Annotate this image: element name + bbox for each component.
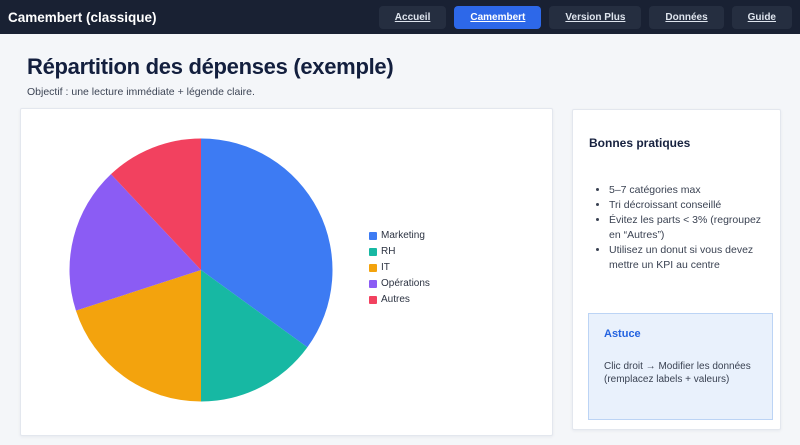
main-nav: Accueil Camembert Version Plus Données Guide: [379, 6, 792, 29]
tip-text: Clic droit → Modifier les données (rempl…: [604, 360, 757, 386]
legend-marker: [369, 264, 377, 272]
main-content: Répartition des dépenses (exemple) Objec…: [0, 54, 800, 98]
tab-camembert[interactable]: Camembert: [454, 6, 541, 29]
best-practice-item: Utilisez un donut si vous devez mettre u…: [609, 243, 764, 273]
app-header: Camembert (classique) Accueil Camembert Ve…: [0, 0, 800, 34]
best-practices-title: Bonnes pratiques: [589, 136, 764, 150]
legend-marker: [369, 248, 377, 256]
tip-title: Astuce: [604, 328, 757, 340]
legend-marker: [369, 280, 377, 288]
pie-chart[interactable]: [21, 109, 552, 435]
page-subtitle: Objectif : une lecture immédiate + légen…: [27, 86, 800, 98]
tab-accueil[interactable]: Accueil: [379, 6, 447, 29]
best-practices-list: 5–7 catégories maxTri décroissant consei…: [589, 183, 764, 273]
tab-donnees[interactable]: Données: [649, 6, 723, 29]
best-practice-item: Tri décroissant conseillé: [609, 198, 764, 213]
legend-item-autres[interactable]: Autres: [369, 294, 430, 305]
best-practice-item: Évitez les parts < 3% (regroupez en “Aut…: [609, 213, 764, 243]
legend-marker: [369, 296, 377, 304]
tab-version-plus[interactable]: Version Plus: [549, 6, 641, 29]
legend-label: RH: [381, 246, 395, 257]
best-practice-item: 5–7 catégories max: [609, 183, 764, 198]
legend-label: Opérations: [381, 278, 430, 289]
legend-item-operations[interactable]: Opérations: [369, 278, 430, 289]
legend-item-rh[interactable]: RH: [369, 246, 430, 257]
legend-item-it[interactable]: IT: [369, 262, 430, 273]
legend-label: Autres: [381, 294, 410, 305]
app-title: Camembert (classique): [8, 10, 157, 25]
legend-label: IT: [381, 262, 390, 273]
legend-label: Marketing: [381, 230, 425, 241]
best-practices-card: Bonnes pratiques 5–7 catégories maxTri d…: [572, 109, 781, 430]
chart-legend: Marketing RH IT Opérations Autres: [369, 230, 430, 305]
page-title: Répartition des dépenses (exemple): [27, 54, 800, 80]
tip-box: Astuce Clic droit → Modifier les données…: [588, 313, 773, 420]
legend-item-marketing[interactable]: Marketing: [369, 230, 430, 241]
legend-marker: [369, 232, 377, 240]
tab-guide[interactable]: Guide: [732, 6, 792, 29]
chart-card: Marketing RH IT Opérations Autres: [20, 108, 553, 436]
